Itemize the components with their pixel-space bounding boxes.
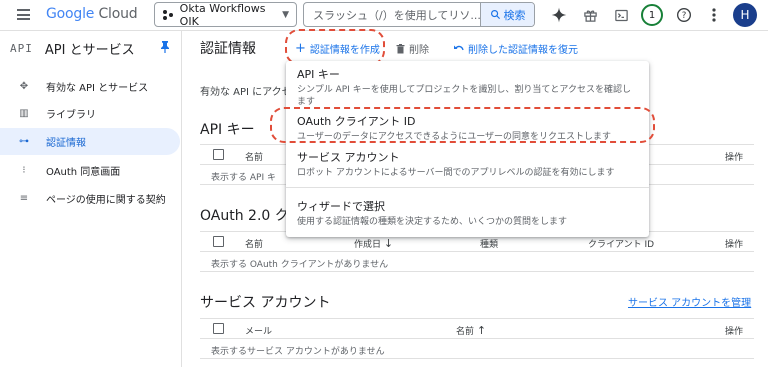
caret-down-icon: ▼ [282,9,289,20]
col-name-sort[interactable]: 名前 ↑ [456,324,486,337]
col-action: 操作 [725,327,744,337]
col-name-label: 名前 [456,327,475,337]
empty-message: 表示するサービス アカウントがありません [211,347,385,357]
trash-icon [396,43,405,53]
highlight-create-button [285,29,385,65]
sidebar-item-enabled-apis[interactable]: ✥ 有効な API とサービス [0,73,181,100]
svg-text:?: ? [682,11,687,21]
search-button[interactable]: 検索 [480,3,534,26]
select-all-checkbox[interactable] [213,323,224,334]
menu-item-desc: ロボット アカウントによるサーバー間でのアプリレベルの認証を有効にします [297,168,615,178]
library-icon: ▥ [19,108,29,119]
api-keys-heading: API キー [200,122,255,138]
search-placeholder: スラッシュ（/）を使用してリソ... [313,8,481,22]
sidebar-item-label: ライブラリ [46,110,96,121]
menu-item-desc: 使用する認証情報の種類を決定するため、いくつかの質問をします [297,217,568,227]
delete-label: 削除 [409,45,429,56]
col-type: 種類 [480,240,499,250]
menu-icon[interactable] [17,9,30,20]
menu-item-title: サービス アカウント [297,151,400,164]
manage-service-accounts-link[interactable]: サービス アカウントを管理 [628,294,751,309]
select-all-checkbox[interactable] [213,149,224,160]
key-icon: ⊶ [19,136,29,147]
delete-button[interactable]: 削除 [396,41,429,56]
sidebar-item-label: ページの使用に関する契約 [46,195,166,206]
col-name: 名前 [245,240,264,250]
project-selector[interactable]: Okta Workflows OIK ▼ [154,1,297,28]
notification-badge[interactable]: 1 [641,4,663,26]
service-accounts-table: メール 名前 ↑ 操作 表示するサービス アカウントがありません [200,318,754,359]
col-created-label: 作成日 [354,240,382,250]
col-action: 操作 [725,240,744,250]
col-email: メール [245,327,273,337]
table-row: 表示するサービス アカウントがありません [200,339,754,359]
api-icon: API [10,42,33,55]
sort-down-icon: ↓ [383,237,394,250]
settings-list-icon: ≡ [19,193,29,204]
avatar[interactable]: H [733,3,757,27]
menu-item-wizard[interactable]: ウィザードで選択 使用する認証情報の種類を決定するため、いくつかの質問をします [297,198,637,228]
col-name: 名前 [245,153,264,163]
pin-icon[interactable] [160,41,170,56]
sidebar-title: API とサービス [44,43,135,58]
create-credentials-menu: API キー シンプル API キーを使用してプロジェクトを識別し、割り当てとア… [286,61,649,237]
menu-item-desc: シンプル API キーを使用してプロジェクトを識別し、割り当てとアクセスを確認し… [297,85,631,107]
sidebar-item-page-usage[interactable]: ≡ ページの使用に関する契約 [0,185,181,212]
sidebar-item-label: 有効な API とサービス [46,83,149,94]
gemini-icon[interactable] [549,5,569,25]
project-icon [163,9,174,20]
menu-item-service-account[interactable]: サービス アカウント ロボット アカウントによるサーバー間でのアプリレベルの認証… [297,149,637,179]
highlight-oauth-item [270,107,655,143]
logo-cloud: Cloud [98,6,138,22]
table-row: 表示する OAuth クライアントがありません [200,252,754,272]
col-created[interactable]: 作成日 ↓ [354,237,393,250]
sort-up-icon: ↑ [476,324,487,337]
sidebar-item-label: 認証情報 [46,138,86,149]
search-icon [490,10,500,20]
sidebar-item-credentials[interactable]: ⊶ 認証情報 [0,128,180,155]
restore-deleted-button[interactable]: 削除した認証情報を復元 [453,41,578,56]
undo-icon [454,45,464,51]
menu-item-title: API キー [297,68,340,81]
google-cloud-logo[interactable]: Google Cloud [46,6,138,22]
hub-icon: ✥ [19,81,29,92]
search-input[interactable]: スラッシュ（/）を使用してリソ... 検索 [303,2,535,27]
gift-icon[interactable] [580,5,600,25]
menu-item-api-key[interactable]: API キー シンプル API キーを使用してプロジェクトを識別し、割り当てとア… [297,66,637,108]
description-text: 有効な API にアクセ [200,87,292,98]
page-title: 認証情報 [200,41,256,57]
search-button-label: 検索 [503,8,526,22]
menu-divider [286,187,649,188]
table-header-row: メール 名前 ↑ 操作 [200,319,754,339]
logo-google: Google [46,6,95,22]
restore-label: 削除した認証情報を復元 [468,45,578,56]
col-client-id: クライアント ID [588,240,655,250]
service-accounts-heading: サービス アカウント [200,295,331,311]
select-all-checkbox[interactable] [213,236,224,247]
sidebar-item-library[interactable]: ▥ ライブラリ [0,100,181,127]
help-icon[interactable]: ? [674,5,694,25]
sidebar-header: API API とサービス [10,39,135,58]
sidebar-item-oauth-consent[interactable]: ⁝ OAuth 同意画面 [0,157,181,184]
sidebar-item-label: OAuth 同意画面 [46,167,121,178]
project-name: Okta Workflows OIK [179,1,266,28]
empty-message: 表示する API キ [211,173,276,183]
oauth-table: 名前 作成日 ↓ 種類 クライアント ID 操作 表示する OAuth クライア… [200,231,754,272]
empty-message: 表示する OAuth クライアントがありません [211,260,389,270]
more-vert-icon[interactable] [704,5,724,25]
menu-item-title: ウィザードで選択 [297,200,385,213]
top-bar: Google Cloud Okta Workflows OIK ▼ スラッシュ（… [0,0,768,31]
consent-icon: ⁝ [22,165,26,176]
cloud-shell-icon[interactable] [611,5,631,25]
col-action: 操作 [725,153,744,163]
